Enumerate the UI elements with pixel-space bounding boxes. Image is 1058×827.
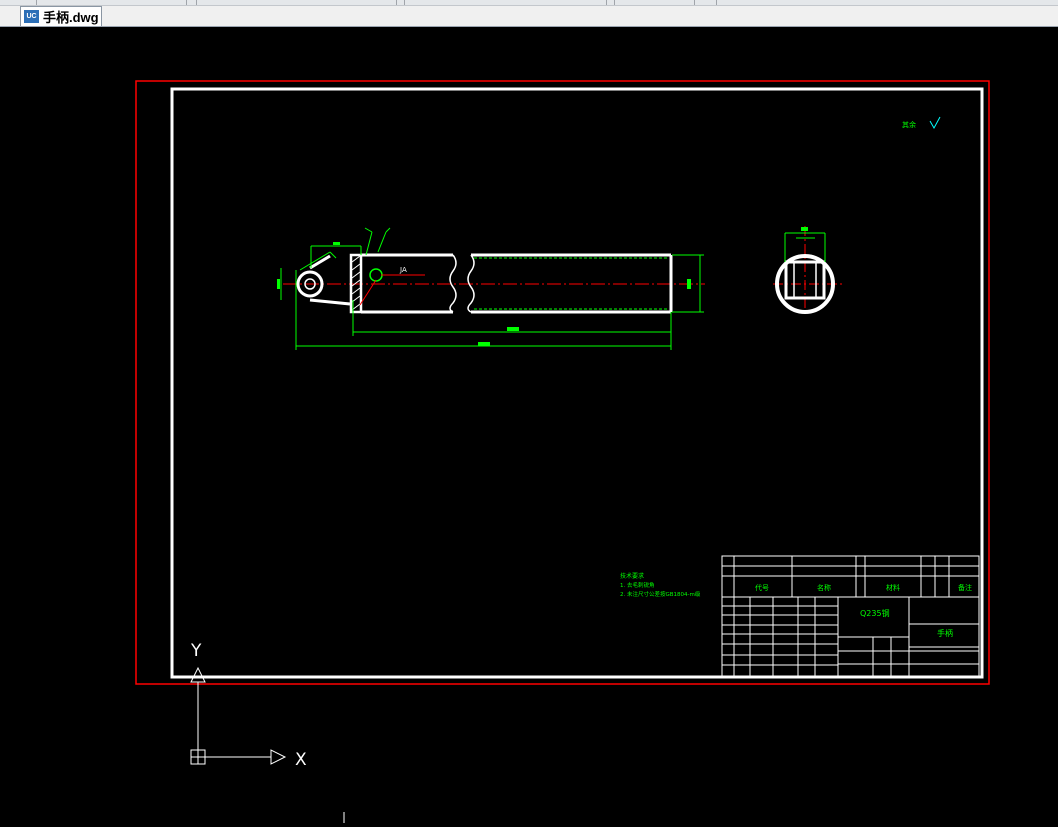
dwg-file-icon: UC	[24, 10, 39, 23]
title-block-note-header: 备注	[958, 583, 972, 592]
drawing-frame	[170, 87, 984, 679]
ucs-icon	[190, 666, 287, 765]
tech-req-line-1: 1. 去毛刺锐角	[620, 581, 655, 589]
dimension-lines	[280, 227, 704, 350]
drawing-tab[interactable]: UC 手柄.dwg	[20, 6, 102, 26]
tech-req-line-2: 2. 未注尺寸公差按GB1804-m级	[620, 590, 701, 598]
title-block-part-name: 手柄	[937, 628, 953, 638]
document-tab-bar: UC 手柄.dwg	[0, 0, 1058, 27]
handle-side-view	[773, 226, 845, 316]
title-block	[721, 555, 980, 677]
title-block-name-header: 名称	[817, 583, 831, 592]
ucs-y-label: Y	[190, 641, 202, 661]
toolbar-strip	[0, 0, 1058, 6]
tab-file-name: 手柄.dwg	[43, 10, 99, 25]
title-block-text: 代号 名称 材料 备注 Q235钢 手柄	[755, 583, 972, 638]
roughness-note: 其余	[902, 120, 916, 129]
technical-requirements: 技术要求 1. 去毛刺锐角 2. 未注尺寸公差按GB1804-m级	[620, 572, 701, 598]
title-block-code-header: 代号	[755, 583, 769, 592]
title-block-material: Q235钢	[860, 608, 890, 618]
tech-req-title: 技术要求	[620, 572, 644, 580]
section-mark: JA	[399, 266, 407, 274]
viewport-border[interactable]	[135, 80, 990, 685]
roughness-symbol	[929, 116, 941, 130]
ucs-x-label: X	[295, 750, 307, 770]
handle-front-view: JA	[283, 253, 705, 314]
model-space-canvas[interactable]: 其余 JA 技术要求 1. 去毛刺锐角 2. 未注尺寸公差按GB1804-m级 …	[0, 27, 1058, 823]
title-block-material-header: 材料	[886, 583, 900, 592]
